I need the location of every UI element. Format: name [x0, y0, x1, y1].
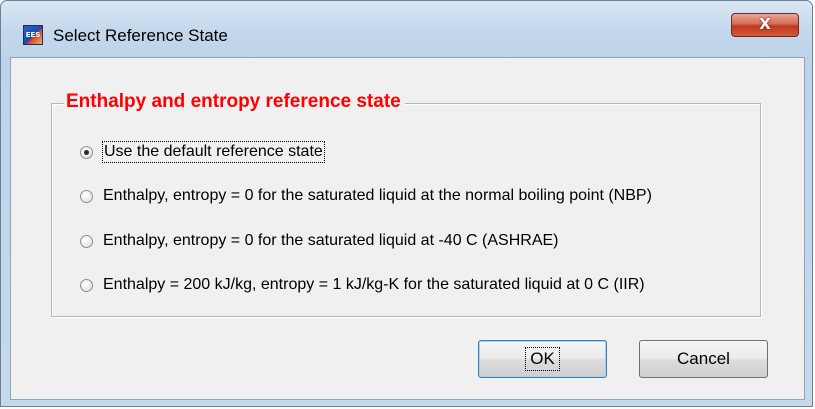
option-label: Enthalpy = 200 kJ/kg, entropy = 1 kJ/kg-… [103, 276, 645, 293]
radio-button[interactable] [80, 189, 93, 203]
option-ashrae[interactable]: Enthalpy, entropy = 0 for the saturated … [80, 229, 559, 253]
option-nbp[interactable]: Enthalpy, entropy = 0 for the saturated … [80, 184, 652, 208]
radio-button[interactable] [80, 278, 93, 292]
app-icon: EES [23, 25, 43, 45]
radio-button-checked[interactable] [80, 145, 93, 159]
option-default-reference-state[interactable]: Use the default reference state [80, 140, 325, 164]
cancel-button[interactable]: Cancel [639, 340, 768, 378]
group-title: Enthalpy and entropy reference state [64, 90, 405, 114]
option-label: Use the default reference state [102, 141, 325, 163]
dialog-client-area: Enthalpy and entropy reference state Use… [10, 57, 805, 400]
dialog-window: EES Select Reference State X Enthalpy an… [0, 0, 813, 407]
title-bar[interactable]: EES Select Reference State X [1, 1, 812, 57]
radio-button[interactable] [80, 234, 93, 248]
cancel-button-label: Cancel [677, 349, 730, 368]
ok-button[interactable]: OK [478, 340, 607, 378]
close-button[interactable]: X [731, 13, 799, 37]
option-label: Enthalpy, entropy = 0 for the saturated … [103, 232, 559, 249]
ok-button-label: OK [525, 347, 560, 371]
option-iir[interactable]: Enthalpy = 200 kJ/kg, entropy = 1 kJ/kg-… [80, 273, 645, 297]
window-title: Select Reference State [53, 26, 228, 45]
reference-state-group: Enthalpy and entropy reference state Use… [51, 90, 761, 317]
option-label: Enthalpy, entropy = 0 for the saturated … [103, 187, 652, 204]
close-icon: X [759, 15, 771, 33]
